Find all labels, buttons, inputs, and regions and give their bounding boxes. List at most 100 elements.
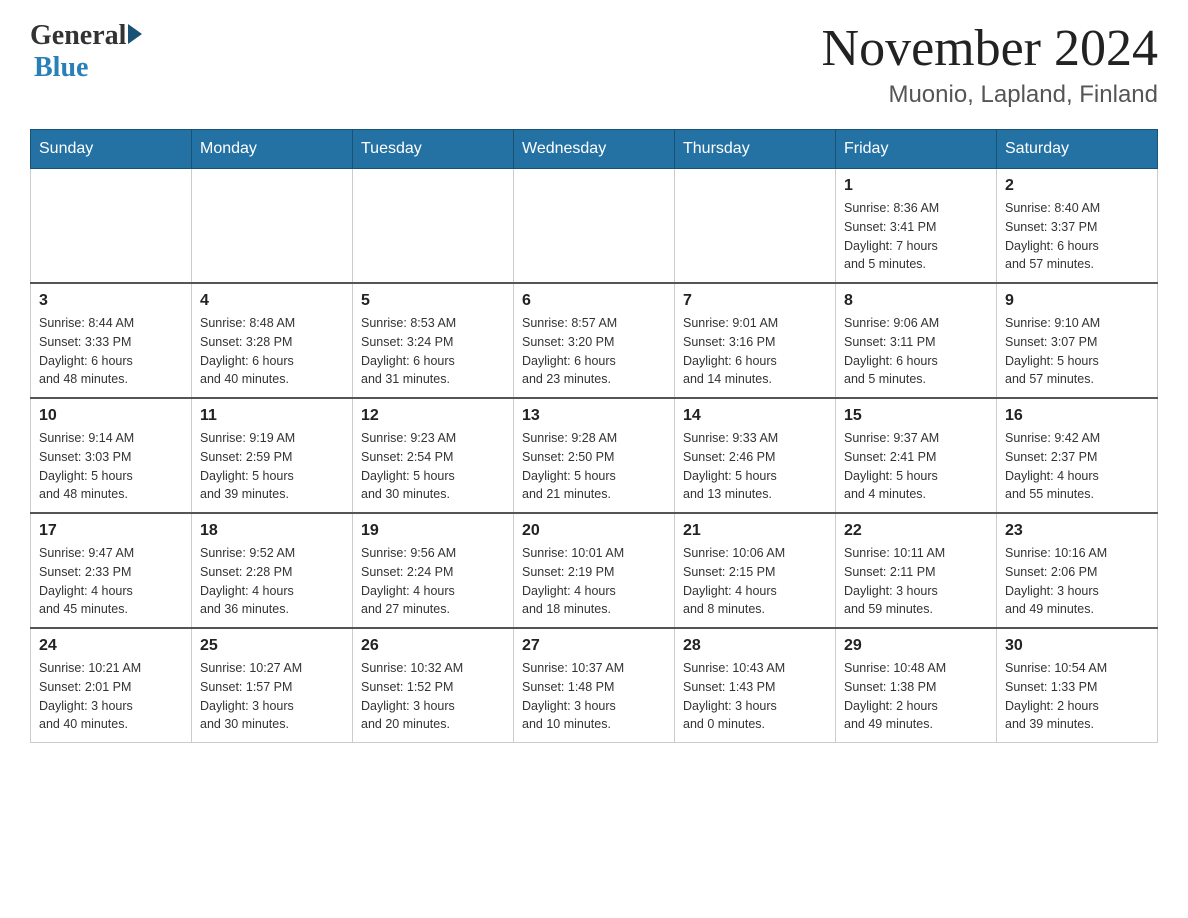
day-info: Sunrise: 10:16 AM Sunset: 2:06 PM Daylig… [1005, 544, 1149, 619]
day-info: Sunrise: 9:37 AM Sunset: 2:41 PM Dayligh… [844, 429, 988, 504]
day-info: Sunrise: 9:52 AM Sunset: 2:28 PM Dayligh… [200, 544, 344, 619]
day-number: 17 [39, 522, 183, 540]
day-info: Sunrise: 8:36 AM Sunset: 3:41 PM Dayligh… [844, 199, 988, 274]
day-info: Sunrise: 9:01 AM Sunset: 3:16 PM Dayligh… [683, 314, 827, 389]
day-number: 23 [1005, 522, 1149, 540]
calendar-cell: 8 Sunrise: 9:06 AM Sunset: 3:11 PM Daylig… [836, 283, 997, 398]
calendar-cell: 15 Sunrise: 9:37 AM Sunset: 2:41 PM Dayli… [836, 398, 997, 513]
calendar-week-5: 24 Sunrise: 10:21 AM Sunset: 2:01 PM Dayl… [31, 628, 1158, 743]
day-info: Sunrise: 10:32 AM Sunset: 1:52 PM Daylig… [361, 659, 505, 734]
weekday-header-tuesday: Tuesday [353, 130, 514, 169]
day-info: Sunrise: 9:06 AM Sunset: 3:11 PM Dayligh… [844, 314, 988, 389]
day-info: Sunrise: 8:40 AM Sunset: 3:37 PM Dayligh… [1005, 199, 1149, 274]
calendar-cell: 11Sunrise: 9:19 AM Sunset: 2:59 PM Dayli… [192, 398, 353, 513]
day-number: 3 [39, 292, 183, 310]
day-info: Sunrise: 9:28 AM Sunset: 2:50 PM Dayligh… [522, 429, 666, 504]
calendar-cell: 7 Sunrise: 9:01 AM Sunset: 3:16 PM Daylig… [675, 283, 836, 398]
calendar-week-4: 17Sunrise: 9:47 AM Sunset: 2:33 PM Dayli… [31, 513, 1158, 628]
day-number: 4 [200, 292, 344, 310]
page-header: General Blue November 2024 Muonio, Lapla… [30, 20, 1158, 109]
day-number: 5 [361, 292, 505, 310]
calendar-cell: 19 Sunrise: 9:56 AM Sunset: 2:24 PM Dayli… [353, 513, 514, 628]
weekday-header-row: SundayMondayTuesdayWednesdayThursdayFrid… [31, 130, 1158, 169]
day-info: Sunrise: 10:06 AM Sunset: 2:15 PM Daylig… [683, 544, 827, 619]
calendar-cell: 26 Sunrise: 10:32 AM Sunset: 1:52 PM Dayl… [353, 628, 514, 743]
calendar-cell: 6 Sunrise: 8:57 AM Sunset: 3:20 PM Daylig… [514, 283, 675, 398]
day-info: Sunrise: 8:48 AM Sunset: 3:28 PM Dayligh… [200, 314, 344, 389]
day-info: Sunrise: 9:56 AM Sunset: 2:24 PM Dayligh… [361, 544, 505, 619]
day-number: 29 [844, 637, 988, 655]
day-number: 11 [200, 407, 344, 425]
day-number: 27 [522, 637, 666, 655]
logo: General Blue [30, 20, 142, 84]
logo-general: General [30, 20, 126, 52]
day-number: 10 [39, 407, 183, 425]
weekday-header-friday: Friday [836, 130, 997, 169]
weekday-header-wednesday: Wednesday [514, 130, 675, 169]
day-number: 14 [683, 407, 827, 425]
day-info: Sunrise: 8:44 AM Sunset: 3:33 PM Dayligh… [39, 314, 183, 389]
day-number: 19 [361, 522, 505, 540]
day-info: Sunrise: 10:27 AM Sunset: 1:57 PM Daylig… [200, 659, 344, 734]
calendar-cell: 12 Sunrise: 9:23 AM Sunset: 2:54 PM Dayli… [353, 398, 514, 513]
day-info: Sunrise: 9:23 AM Sunset: 2:54 PM Dayligh… [361, 429, 505, 504]
calendar-week-1: 1 Sunrise: 8:36 AM Sunset: 3:41 PM Daylig… [31, 169, 1158, 284]
weekday-header-monday: Monday [192, 130, 353, 169]
weekday-header-thursday: Thursday [675, 130, 836, 169]
day-number: 9 [1005, 292, 1149, 310]
calendar-table: SundayMondayTuesdayWednesdayThursdayFrid… [30, 129, 1158, 743]
day-info: Sunrise: 10:48 AM Sunset: 1:38 PM Daylig… [844, 659, 988, 734]
calendar-cell: 21Sunrise: 10:06 AM Sunset: 2:15 PM Dayl… [675, 513, 836, 628]
logo-blue: Blue [34, 52, 88, 83]
calendar-cell: 14 Sunrise: 9:33 AM Sunset: 2:46 PM Dayli… [675, 398, 836, 513]
day-number: 16 [1005, 407, 1149, 425]
weekday-header-saturday: Saturday [997, 130, 1158, 169]
location-title: Muonio, Lapland, Finland [822, 81, 1158, 109]
title-section: November 2024 Muonio, Lapland, Finland [822, 20, 1158, 109]
calendar-cell: 27 Sunrise: 10:37 AM Sunset: 1:48 PM Dayl… [514, 628, 675, 743]
calendar-cell: 29 Sunrise: 10:48 AM Sunset: 1:38 PM Dayl… [836, 628, 997, 743]
day-info: Sunrise: 9:10 AM Sunset: 3:07 PM Dayligh… [1005, 314, 1149, 389]
weekday-header-sunday: Sunday [31, 130, 192, 169]
day-info: Sunrise: 8:57 AM Sunset: 3:20 PM Dayligh… [522, 314, 666, 389]
day-number: 13 [522, 407, 666, 425]
day-info: Sunrise: 10:43 AM Sunset: 1:43 PM Daylig… [683, 659, 827, 734]
calendar-cell: 10 Sunrise: 9:14 AM Sunset: 3:03 PM Dayli… [31, 398, 192, 513]
day-number: 18 [200, 522, 344, 540]
calendar-cell [353, 169, 514, 284]
day-info: Sunrise: 10:54 AM Sunset: 1:33 PM Daylig… [1005, 659, 1149, 734]
calendar-cell [675, 169, 836, 284]
calendar-cell: 30 Sunrise: 10:54 AM Sunset: 1:33 PM Dayl… [997, 628, 1158, 743]
day-number: 1 [844, 177, 988, 195]
day-number: 12 [361, 407, 505, 425]
day-number: 8 [844, 292, 988, 310]
calendar-cell: 4 Sunrise: 8:48 AM Sunset: 3:28 PM Daylig… [192, 283, 353, 398]
calendar-cell: 24 Sunrise: 10:21 AM Sunset: 2:01 PM Dayl… [31, 628, 192, 743]
day-number: 7 [683, 292, 827, 310]
calendar-cell: 28Sunrise: 10:43 AM Sunset: 1:43 PM Dayl… [675, 628, 836, 743]
day-number: 24 [39, 637, 183, 655]
calendar-cell [514, 169, 675, 284]
day-info: Sunrise: 9:14 AM Sunset: 3:03 PM Dayligh… [39, 429, 183, 504]
calendar-cell [31, 169, 192, 284]
calendar-cell: 20 Sunrise: 10:01 AM Sunset: 2:19 PM Dayl… [514, 513, 675, 628]
calendar-cell: 1 Sunrise: 8:36 AM Sunset: 3:41 PM Daylig… [836, 169, 997, 284]
calendar-cell: 5 Sunrise: 8:53 AM Sunset: 3:24 PM Daylig… [353, 283, 514, 398]
day-number: 15 [844, 407, 988, 425]
day-info: Sunrise: 10:21 AM Sunset: 2:01 PM Daylig… [39, 659, 183, 734]
day-info: Sunrise: 10:37 AM Sunset: 1:48 PM Daylig… [522, 659, 666, 734]
logo-arrow-icon [128, 24, 142, 44]
calendar-cell: 9 Sunrise: 9:10 AM Sunset: 3:07 PM Daylig… [997, 283, 1158, 398]
day-number: 30 [1005, 637, 1149, 655]
day-number: 20 [522, 522, 666, 540]
day-number: 25 [200, 637, 344, 655]
day-info: Sunrise: 9:33 AM Sunset: 2:46 PM Dayligh… [683, 429, 827, 504]
day-number: 6 [522, 292, 666, 310]
calendar-cell: 3 Sunrise: 8:44 AM Sunset: 3:33 PM Daylig… [31, 283, 192, 398]
day-info: Sunrise: 10:01 AM Sunset: 2:19 PM Daylig… [522, 544, 666, 619]
calendar-cell [192, 169, 353, 284]
day-info: Sunrise: 8:53 AM Sunset: 3:24 PM Dayligh… [361, 314, 505, 389]
calendar-cell: 13 Sunrise: 9:28 AM Sunset: 2:50 PM Dayli… [514, 398, 675, 513]
month-title: November 2024 [822, 20, 1158, 77]
day-number: 26 [361, 637, 505, 655]
